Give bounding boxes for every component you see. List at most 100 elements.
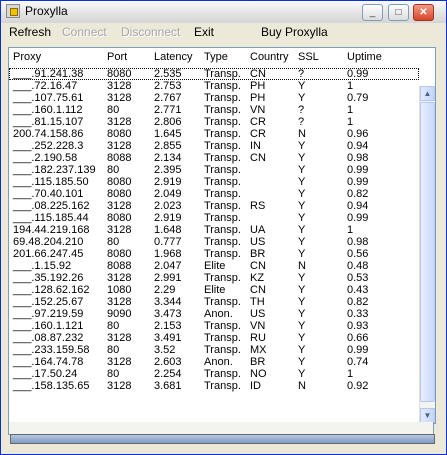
cell-port: 80 [107,104,120,116]
table-row[interactable]: ___.72.16.47 3128 2.753 Transp. PH Y 1 [9,80,419,92]
cell-country: BR [250,248,266,260]
table-row[interactable]: 200.74.158.86 8080 1.645 Transp. CR N 0.96 [9,128,419,140]
column-header-country[interactable]: Country [250,51,289,63]
maximize-button[interactable]: □ [388,4,409,21]
column-header-uptime[interactable]: Uptime [347,51,382,63]
cell-ssl: Y [298,236,306,248]
cell-uptime: 0.94 [347,200,369,212]
table-row[interactable]: ___.08.225.162 3128 2.023 Transp. RS Y 0.94 [9,200,419,212]
table-row[interactable]: ___.91.241.38 8080 2.535 Transp. CN? 0.99 [9,68,419,80]
cell-country: ID [250,380,261,392]
column-header-proxy[interactable]: Proxy [13,51,41,63]
table-row[interactable]: 201.66.247.45 8080 1.968 Transp. BR Y 0.56 [9,248,419,260]
cell-port: 1080 [107,284,132,296]
cell-proxy: ___.107.75.61 [13,92,84,104]
table-row[interactable]: ___.164.74.78 3128 2.603 Anon. BR Y 0.74 [9,356,419,368]
cell-country: CR [250,128,266,140]
cell-uptime: 0.53 [347,272,369,284]
cell-proxy: ___.115.185.44 [13,212,89,224]
cell-type: Transp. [204,332,241,344]
cell-country: VN [250,104,266,116]
table-row[interactable]: ___.128.62.162 1080 2.29 Elite CN Y 0.43 [9,284,419,296]
cell-port: 8080 [107,248,132,260]
scroll-thumb[interactable] [420,102,435,402]
cell-port: 3128 [107,92,132,104]
column-header-ssl[interactable]: SSL [298,51,319,63]
cell-ssl: ? [298,116,305,128]
cell-port: 3128 [107,140,132,152]
cell-uptime: 0.93 [347,320,369,332]
cell-port: 8080 [107,176,132,188]
menu-buy[interactable]: Buy Proxylla [261,25,328,39]
table-row[interactable]: ___.152.25.67 3128 3.344 Transp. TH Y 0.82 [9,296,419,308]
column-header-port[interactable]: Port [107,51,127,63]
scroll-down-arrow-icon[interactable]: ▼ [420,408,435,423]
proxy-list[interactable]: Proxy Port Latency Type Country SSL Upti… [8,47,436,424]
cell-type: Transp. [204,224,241,236]
cell-proxy: ___.08.87.232 [13,332,84,344]
table-row[interactable]: ___.08.87.232 3128 3.491 Transp. RU Y 0.66 [9,332,419,344]
table-row[interactable]: ___.158.135.65 3128 3.681 Transp. ID N 0.92 [9,380,419,392]
cell-proxy: ___.233.159.58 [13,344,90,356]
cell-proxy: ___.17.50.24 [13,368,78,380]
table-row[interactable]: ___.160.1.112 80 2.771 Transp. VN? 1 [9,104,419,116]
column-header-type[interactable]: Type [204,51,228,63]
menu-disconnect[interactable]: Disconnect [121,25,180,39]
cell-latency: 2.535 [154,68,182,80]
cell-proxy: 201.66.247.45 [13,248,84,260]
table-row[interactable]: ___.2.190.58 8088 2.134 Transp. CN Y 0.98 [9,152,419,164]
cell-type: Transp. [204,92,241,104]
cell-country: RU [250,332,266,344]
table-row[interactable]: ___.1.15.92 8088 2.047 Elite CN N 0.48 [9,260,419,272]
table-row[interactable]: ___.107.75.61 3128 2.767 Transp. PH Y 0.79 [9,92,419,104]
menu-exit[interactable]: Exit [194,25,214,39]
cell-latency: 1.645 [154,128,182,140]
table-row[interactable]: 69.48.204.210 80 0.777 Transp. US Y 0.98 [9,236,419,248]
cell-country: CR [250,116,266,128]
table-row[interactable]: ___.252.228.3 3128 2.855 Transp. IN Y 0.94 [9,140,419,152]
cell-country: TH [250,296,265,308]
minimize-button[interactable]: _ [362,4,383,21]
menu-connect[interactable]: Connect [62,25,107,39]
cell-latency: 1.968 [154,248,182,260]
cell-proxy: ___.158.135.65 [13,380,90,392]
cell-latency: 3.681 [154,380,182,392]
cell-country: UA [250,224,266,236]
cell-port: 8088 [107,152,132,164]
cell-proxy: ___.70.40.101 [13,188,84,200]
cell-latency: 2.049 [154,188,182,200]
cell-ssl: Y [298,188,306,200]
table-row[interactable]: 194.44.219.168 3128 1.648 Transp. UA Y 1 [9,224,419,236]
close-button[interactable]: ✕ [413,4,434,21]
cell-type: Transp. [204,344,241,356]
cell-latency: 2.855 [154,140,182,152]
table-row[interactable]: ___.70.40.101 8080 2.049 Transp. Y 0.82 [9,188,419,200]
cell-latency: 2.29 [154,284,176,296]
cell-uptime: 0.99 [347,176,369,188]
cell-proxy: 69.48.204.210 [13,236,84,248]
title-bar[interactable]: Proxylla _ □ ✕ [1,1,446,24]
cell-latency: 2.806 [154,116,182,128]
table-row[interactable]: ___.233.159.58 80 3.52 Transp. MX Y 0.99 [9,344,419,356]
scroll-up-arrow-icon[interactable]: ▲ [420,86,435,101]
table-row[interactable]: ___.35.192.26 3128 2.991 Transp. KZ Y 0.53 [9,272,419,284]
table-row[interactable]: ___.182.237.139 80 2.395 Transp. Y 0.99 [9,164,419,176]
column-header-latency[interactable]: Latency [154,51,193,63]
menu-refresh[interactable]: Refresh [9,25,51,39]
cell-ssl: Y [298,152,306,164]
table-row[interactable]: ___.17.50.24 80 2.254 Transp. NO Y 1 [9,368,419,380]
cell-ssl: ? [298,68,305,80]
table-row[interactable]: ___.81.15.107 3128 2.806 Transp. CR? 1 [9,116,419,128]
table-row[interactable]: ___.115.185.50 8080 2.919 Transp. Y 0.99 [9,176,419,188]
cell-port: 8080 [107,212,132,224]
table-row[interactable]: ___.97.219.59 9090 3.473 Anon. US Y 0.33 [9,308,419,320]
cell-type: Elite [204,284,226,296]
vertical-scrollbar[interactable]: ▲ ▼ [419,86,435,423]
cell-uptime: 0.82 [347,296,369,308]
table-row[interactable]: ___.115.185.44 8080 2.919 Transp. Y 0.99 [9,212,419,224]
cell-type: Transp. [204,380,241,392]
table-row[interactable]: ___.160.1.121 80 2.153 Transp. VN Y 0.93 [9,320,419,332]
cell-uptime: 0.98 [347,236,369,248]
cell-proxy: ___.1.15.92 [13,260,72,272]
cell-port: 8080 [107,68,132,80]
